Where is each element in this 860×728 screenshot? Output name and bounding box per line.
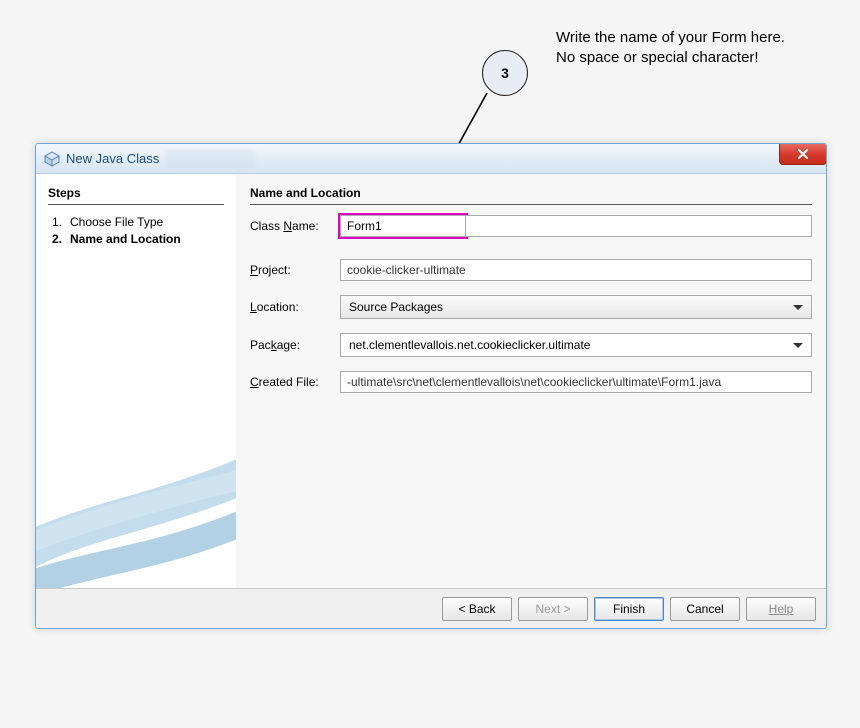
button-bar: < Back Next > Finish Cancel Help [36,588,826,628]
project-row: Project: cookie-clicker-ultimate [250,259,812,281]
help-button[interactable]: Help [746,597,816,621]
next-button[interactable]: Next > [518,597,588,621]
location-combo[interactable]: Source Packages [340,295,812,319]
steps-item-1-label: Choose File Type [70,215,163,229]
cancel-button[interactable]: Cancel [670,597,740,621]
dialog-window: New Java Class Steps 1. Choose File Type… [35,143,827,629]
annotation-step-number: 3 [501,65,509,81]
dialog-body: Steps 1. Choose File Type 2. Name and Lo… [36,174,826,588]
package-combo[interactable]: net.clementlevallois.net.cookieclicker.u… [340,333,812,357]
annotation-text-line2: No space or special character! [556,48,785,68]
close-button[interactable] [779,143,827,165]
class-name-input[interactable] [340,215,466,237]
annotation-text: Write the name of your Form here. No spa… [556,28,785,69]
annotation-step-circle: 3 [482,50,528,96]
titlebar-blur-decoration [165,150,255,168]
close-icon [797,148,809,160]
class-name-label: Class Name: [250,219,340,233]
form-divider [250,204,812,205]
app-icon [44,151,60,167]
main-panel: Name and Location Class Name: Project: c… [236,174,826,588]
dialog-title: New Java Class [66,151,159,166]
finish-button[interactable]: Finish [594,597,664,621]
created-file-value: -ultimate\src\net\clementlevallois\net\c… [340,371,812,393]
steps-panel: Steps 1. Choose File Type 2. Name and Lo… [36,174,236,588]
steps-item-1: 1. Choose File Type [52,215,224,229]
class-name-input-extension[interactable] [466,215,812,237]
steps-item-2-label: Name and Location [70,232,181,246]
steps-divider [48,204,224,205]
location-row: Location: Source Packages [250,295,812,319]
created-file-label: Created File: [250,375,340,389]
package-row: Package: net.clementlevallois.net.cookie… [250,333,812,357]
steps-item-2: 2. Name and Location [52,232,224,246]
package-label: Package: [250,338,340,352]
steps-item-2-num: 2. [52,232,70,246]
titlebar[interactable]: New Java Class [36,144,826,174]
form-heading: Name and Location [250,186,812,200]
annotation-text-line1: Write the name of your Form here. [556,28,785,48]
location-label: Location: [250,300,340,314]
class-name-row: Class Name: [250,215,812,237]
package-combo-value: net.clementlevallois.net.cookieclicker.u… [349,338,590,352]
back-button[interactable]: < Back [442,597,512,621]
steps-heading: Steps [48,186,224,200]
location-combo-value: Source Packages [349,300,443,314]
project-value: cookie-clicker-ultimate [340,259,812,281]
steps-item-1-num: 1. [52,215,70,229]
wizard-swoosh-decoration [36,408,236,588]
steps-list: 1. Choose File Type 2. Name and Location [48,215,224,246]
created-file-row: Created File: -ultimate\src\net\clementl… [250,371,812,393]
project-label: Project: [250,263,340,277]
